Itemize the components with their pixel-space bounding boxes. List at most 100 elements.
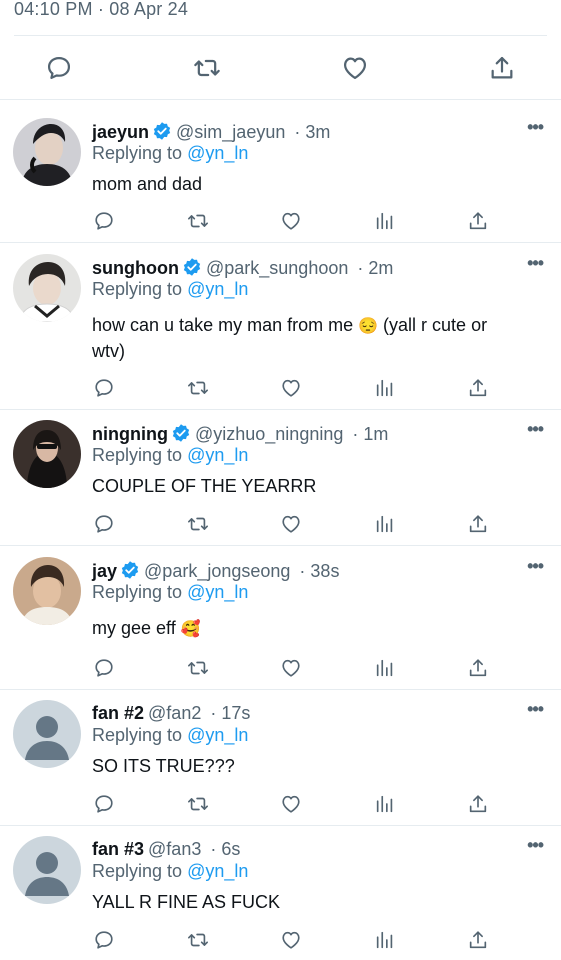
views-icon[interactable] bbox=[374, 377, 396, 399]
share-icon[interactable] bbox=[467, 793, 489, 815]
reply-actions bbox=[0, 377, 561, 405]
avatar[interactable] bbox=[13, 254, 81, 322]
share-icon[interactable] bbox=[467, 210, 489, 232]
divider bbox=[0, 545, 561, 546]
avatar[interactable] bbox=[13, 557, 81, 625]
views-icon[interactable] bbox=[374, 929, 396, 951]
views-icon[interactable] bbox=[374, 657, 396, 679]
reply-icon[interactable] bbox=[93, 210, 115, 232]
like-icon[interactable] bbox=[280, 210, 302, 232]
replying-label: Replying to bbox=[92, 861, 183, 881]
reply-text: mom and dad bbox=[92, 174, 203, 194]
display-name[interactable]: jay bbox=[92, 561, 117, 581]
retweet-icon[interactable] bbox=[193, 54, 221, 82]
tweet-timestamp[interactable]: 04:10 PM · 08 Apr 24 bbox=[14, 0, 188, 20]
divider bbox=[14, 35, 547, 36]
reply-icon[interactable] bbox=[93, 793, 115, 815]
more-options-icon[interactable]: ••• bbox=[527, 835, 544, 856]
display-name[interactable]: jaeyun bbox=[92, 122, 149, 142]
handle[interactable]: @park_sunghoon bbox=[206, 258, 348, 278]
replying-label: Replying to bbox=[92, 279, 183, 299]
default-avatar-icon[interactable] bbox=[13, 836, 81, 904]
avatar[interactable] bbox=[13, 118, 81, 186]
mention-link[interactable]: @yn_ln bbox=[187, 725, 248, 745]
like-icon[interactable] bbox=[341, 54, 369, 82]
default-avatar-icon[interactable] bbox=[13, 700, 81, 768]
more-options-icon[interactable]: ••• bbox=[527, 419, 544, 440]
retweet-icon[interactable] bbox=[187, 210, 209, 232]
share-icon[interactable] bbox=[488, 54, 516, 82]
reply-icon[interactable] bbox=[93, 929, 115, 951]
handle[interactable]: @sim_jaeyun bbox=[176, 122, 285, 142]
reply-actions bbox=[0, 513, 561, 541]
mention-link[interactable]: @yn_ln bbox=[187, 279, 248, 299]
avatar[interactable] bbox=[13, 420, 81, 488]
views-icon[interactable] bbox=[374, 210, 396, 232]
reply-icon[interactable] bbox=[93, 657, 115, 679]
like-icon[interactable] bbox=[280, 377, 302, 399]
views-icon[interactable] bbox=[374, 513, 396, 535]
reply-text: YALL R FINE AS FUCK bbox=[92, 892, 281, 912]
views-icon[interactable] bbox=[374, 793, 396, 815]
replying-label: Replying to bbox=[92, 143, 183, 163]
retweet-icon[interactable] bbox=[187, 657, 209, 679]
reply-text-part: how can u take my man from me bbox=[92, 315, 354, 335]
share-icon[interactable] bbox=[467, 513, 489, 535]
reply-icon[interactable] bbox=[93, 513, 115, 535]
reply-icon[interactable] bbox=[45, 54, 73, 82]
handle[interactable]: @fan3 bbox=[148, 839, 201, 859]
reply-text-part: wtv) bbox=[92, 341, 125, 361]
more-options-icon[interactable]: ••• bbox=[527, 253, 544, 274]
display-name[interactable]: fan #2 bbox=[92, 703, 144, 723]
smiling-hearts-emoji-icon: 🥰 bbox=[180, 621, 201, 638]
reply-text: SO ITS TRUE??? bbox=[92, 756, 235, 776]
more-options-icon[interactable]: ••• bbox=[527, 117, 544, 138]
display-name[interactable]: ningning bbox=[92, 424, 168, 444]
share-icon[interactable] bbox=[467, 377, 489, 399]
more-options-icon[interactable]: ••• bbox=[527, 556, 544, 577]
share-icon[interactable] bbox=[467, 929, 489, 951]
more-options-icon[interactable]: ••• bbox=[527, 699, 544, 720]
replying-to: Replying to @yn_ln bbox=[92, 279, 248, 300]
divider bbox=[0, 409, 561, 410]
like-icon[interactable] bbox=[280, 793, 302, 815]
reply-actions bbox=[0, 657, 561, 685]
handle[interactable]: @fan2 bbox=[148, 703, 201, 723]
share-icon[interactable] bbox=[467, 657, 489, 679]
mention-link[interactable]: @yn_ln bbox=[187, 445, 248, 465]
reply-header: fan #2 @fan2 · 17s bbox=[92, 703, 250, 724]
retweet-icon[interactable] bbox=[187, 793, 209, 815]
replying-to: Replying to @yn_ln bbox=[92, 445, 248, 466]
retweet-icon[interactable] bbox=[187, 377, 209, 399]
reply-header: ningning @yizhuo_ningning · 1m bbox=[92, 423, 388, 445]
pensive-emoji-icon: 😔 bbox=[358, 318, 379, 335]
mention-link[interactable]: @yn_ln bbox=[187, 861, 248, 881]
retweet-icon[interactable] bbox=[187, 929, 209, 951]
main-tweet-actions bbox=[0, 44, 561, 92]
divider bbox=[0, 242, 561, 243]
reply-icon[interactable] bbox=[93, 377, 115, 399]
reply-header: fan #3 @fan3 · 6s bbox=[92, 839, 240, 860]
verified-badge-icon bbox=[152, 121, 172, 141]
like-icon[interactable] bbox=[280, 513, 302, 535]
mention-link[interactable]: @yn_ln bbox=[187, 143, 248, 163]
like-icon[interactable] bbox=[280, 929, 302, 951]
reply-actions bbox=[0, 793, 561, 821]
mention-link[interactable]: @yn_ln bbox=[187, 582, 248, 602]
retweet-icon[interactable] bbox=[187, 513, 209, 535]
divider bbox=[0, 825, 561, 826]
reply-time: · 3m bbox=[294, 122, 331, 142]
divider bbox=[0, 99, 561, 100]
replying-to: Replying to @yn_ln bbox=[92, 143, 248, 164]
display-name[interactable]: fan #3 bbox=[92, 839, 144, 859]
like-icon[interactable] bbox=[280, 657, 302, 679]
handle[interactable]: @park_jongseong bbox=[144, 561, 290, 581]
replying-to: Replying to @yn_ln bbox=[92, 861, 248, 882]
reply-time: · 38s bbox=[299, 561, 340, 581]
handle[interactable]: @yizhuo_ningning bbox=[195, 424, 343, 444]
verified-badge-icon bbox=[120, 560, 140, 580]
display-name[interactable]: sunghoon bbox=[92, 258, 179, 278]
verified-badge-icon bbox=[182, 257, 202, 277]
reply-time: · 2m bbox=[357, 258, 394, 278]
reply-time: · 1m bbox=[352, 424, 389, 444]
